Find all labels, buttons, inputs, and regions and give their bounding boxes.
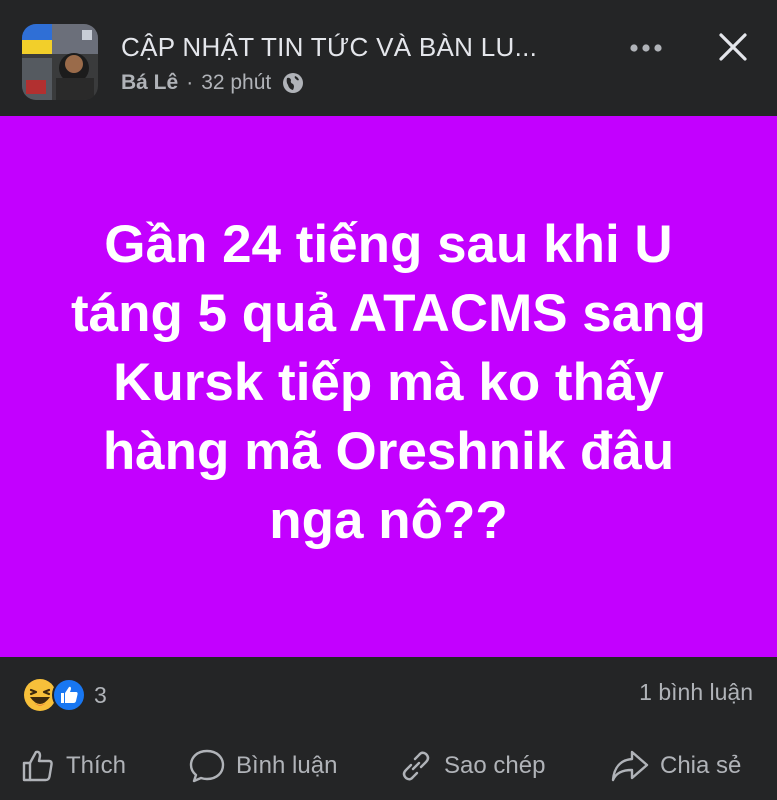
more-dots-icon <box>630 44 662 52</box>
link-icon <box>402 751 430 781</box>
copy-label: Sao chép <box>444 752 546 779</box>
close-button[interactable] <box>710 24 756 70</box>
more-options-button[interactable] <box>622 30 670 66</box>
like-reaction-icon <box>52 678 86 712</box>
close-icon <box>719 33 747 61</box>
post-footer: 3 1 bình luận Thích Bình luận Sao chép C… <box>0 657 777 800</box>
share-label: Chia sẻ <box>660 752 742 779</box>
post-meta: Bá Lê · 32 phút <box>121 70 305 96</box>
author-name[interactable]: Bá Lê <box>121 71 178 95</box>
copy-link-button[interactable]: Sao chép <box>398 743 545 789</box>
post-actions: Thích Bình luận Sao chép Chia sẻ <box>0 743 777 789</box>
group-name[interactable]: CẬP NHẬT TIN TỨC VÀ BÀN LU... <box>121 32 601 63</box>
comment-label: Bình luận <box>236 752 338 779</box>
reaction-summary[interactable]: 3 <box>22 677 107 713</box>
post-header: CẬP NHẬT TIN TỨC VÀ BÀN LU... Bá Lê · 32… <box>0 0 777 116</box>
meta-separator: · <box>186 71 194 94</box>
comment-bubble-icon <box>189 749 225 783</box>
globe-icon <box>281 71 305 95</box>
share-button[interactable]: Chia sẻ <box>610 743 741 789</box>
comment-count[interactable]: 1 bình luận <box>639 679 753 706</box>
comment-button[interactable]: Bình luận <box>188 743 337 789</box>
thumbs-up-icon <box>22 750 53 782</box>
group-avatar[interactable] <box>22 24 98 100</box>
share-arrow-icon <box>611 750 649 782</box>
like-button[interactable]: Thích <box>20 743 126 789</box>
post-time[interactable]: 32 phút <box>201 71 271 95</box>
like-label: Thích <box>66 752 127 779</box>
post-text: Gần 24 tiếng sau khi U táng 5 quả ATACMS… <box>70 215 707 550</box>
post-content: Gần 24 tiếng sau khi U táng 5 quả ATACMS… <box>0 116 777 657</box>
group-avatar-image <box>22 24 98 100</box>
reaction-count: 3 <box>94 681 107 708</box>
